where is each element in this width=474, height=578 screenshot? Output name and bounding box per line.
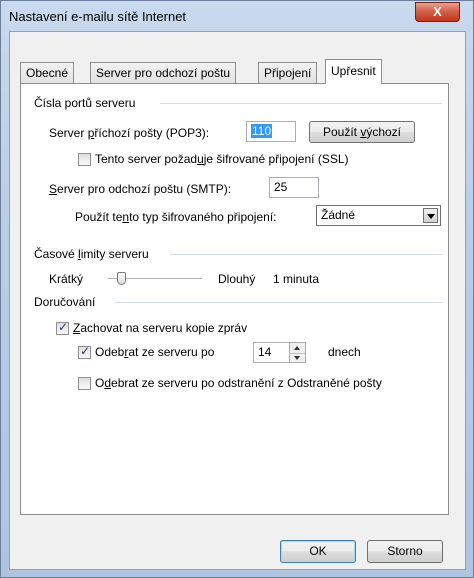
keep-copy-checkbox[interactable] — [56, 320, 69, 335]
group-divider — [170, 254, 442, 255]
ports-group-title: Čísla portů serveru — [34, 96, 140, 110]
group-divider — [160, 103, 442, 104]
remove-when-deleted-label: Odebrat ze serveru po odstranění z Odstr… — [95, 376, 382, 390]
tab-outgoing-server[interactable]: Server pro odchozí poštu — [90, 62, 237, 83]
timeout-value: 1 minuta — [273, 272, 320, 286]
incoming-port-input[interactable]: 110 — [246, 121, 296, 142]
outgoing-port-input[interactable]: 25 — [269, 177, 319, 198]
outgoing-port-label: Server pro odchozí poštu (SMTP): — [49, 182, 232, 196]
delivery-group-title: Doručování — [34, 295, 100, 309]
remove-after-days-checkbox[interactable] — [78, 344, 91, 359]
timeouts-group-title: Časové limity serveru — [34, 247, 153, 261]
timeout-short-label: Krátký — [49, 272, 84, 286]
use-default-button[interactable]: Použít výchozí — [309, 121, 415, 143]
close-icon: X — [433, 4, 442, 19]
ssl-label: Tento server požaduje šifrované připojen… — [95, 152, 349, 166]
tab-general[interactable]: Obecné — [20, 62, 75, 83]
encryption-selected-value: Žádné — [321, 208, 356, 222]
chevron-down-icon[interactable] — [423, 208, 438, 223]
remove-when-deleted-checkbox[interactable] — [78, 377, 91, 390]
keep-copy-label: Zachovat na serveru kopie zpráv — [73, 321, 248, 335]
close-button[interactable]: X — [415, 2, 460, 22]
timeout-long-label: Dlouhý — [218, 272, 256, 286]
remove-days-spinner[interactable] — [290, 342, 306, 363]
spin-down-icon[interactable] — [290, 353, 305, 363]
tab-advanced[interactable]: Upřesnit — [325, 59, 382, 84]
remove-days-input[interactable]: 14 — [253, 342, 290, 363]
tab-label: Obecné — [26, 66, 69, 80]
days-unit-label: dnech — [328, 345, 361, 359]
encryption-type-label: Použít tento typ šifrovaného připojení: — [75, 210, 277, 224]
tab-label: Server pro odchozí poštu — [96, 66, 231, 80]
incoming-port-label: Server příchozí pošty (POP3): — [49, 126, 210, 140]
remove-after-days-label: Odebrat ze serveru po — [95, 345, 215, 359]
tab-label: Připojení — [264, 66, 312, 80]
ok-button[interactable]: OK — [280, 540, 356, 563]
group-divider — [115, 302, 442, 303]
encryption-type-select[interactable]: Žádné — [316, 205, 441, 226]
ssl-checkbox[interactable] — [78, 153, 91, 166]
tab-connection[interactable]: Připojení — [258, 62, 318, 83]
timeout-slider-thumb[interactable] — [116, 272, 126, 285]
tab-label: Upřesnit — [331, 64, 376, 78]
title-bar[interactable]: Nastavení e-mailu sítě Internet X — [1, 1, 473, 31]
window-title: Nastavení e-mailu sítě Internet — [9, 9, 187, 24]
cancel-button[interactable]: Storno — [367, 540, 443, 563]
